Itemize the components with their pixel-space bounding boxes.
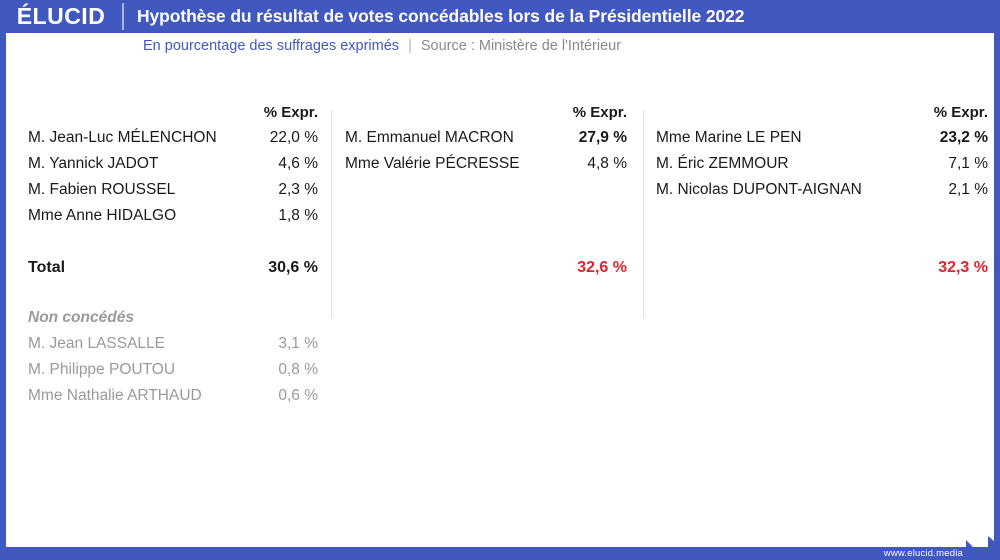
candidate-name: Mme Nathalie ARTHAUD bbox=[28, 387, 202, 404]
total-row: Total 32,6 % bbox=[345, 259, 627, 285]
results-table: % Expr. M. Jean-Luc MÉLENCHON 22,0 % M. … bbox=[6, 104, 994, 414]
table-row: M. Fabien ROUSSEL 2,3 % bbox=[28, 181, 318, 207]
candidate-value: 2,3 % bbox=[278, 181, 318, 198]
candidate-name: Mme Marine LE PEN bbox=[656, 129, 802, 146]
footer-url: www.elucid.media bbox=[883, 548, 963, 559]
column-header-row: % Expr. bbox=[28, 104, 318, 129]
candidate-value: 1,8 % bbox=[278, 207, 318, 224]
table-row: Mme Anne HIDALGO 1,8 % bbox=[28, 207, 318, 233]
table-row: Mme Marine LE PEN 23,2 % bbox=[656, 129, 988, 155]
total-row: Total 30,6 % bbox=[28, 259, 318, 285]
candidate-name: M. Éric ZEMMOUR bbox=[656, 155, 789, 172]
total-value: 32,6 % bbox=[577, 259, 627, 276]
total-value: 30,6 % bbox=[268, 259, 318, 276]
candidate-value: 27,9 % bbox=[578, 129, 627, 146]
results-column-left: % Expr. M. Jean-Luc MÉLENCHON 22,0 % M. … bbox=[28, 104, 318, 413]
total-label: Total bbox=[28, 259, 66, 276]
spacer-row bbox=[345, 181, 627, 207]
non-concedes-section: Non concédés M. Jean LASSALLE 3,1 % M. P… bbox=[28, 309, 318, 413]
results-column-center: % Expr. M. Emmanuel MACRON 27,9 % Mme Va… bbox=[345, 104, 627, 285]
subtitle-separator: | bbox=[408, 38, 412, 54]
table-row: Mme Valérie PÉCRESSE 4,8 % bbox=[345, 155, 627, 181]
candidate-name: M. Yannick JADOT bbox=[28, 155, 159, 172]
spacer-row bbox=[656, 207, 988, 233]
page-title: Hypothèse du résultat de votes concédabl… bbox=[137, 6, 745, 26]
candidate-name: M. Nicolas DUPONT-AIGNAN bbox=[656, 181, 862, 198]
column-header-label: % Expr. bbox=[263, 104, 318, 121]
candidate-name: Mme Anne HIDALGO bbox=[28, 207, 177, 224]
elucid-logo: ÉLUCID bbox=[16, 2, 106, 29]
header-bar: ÉLUCID Hypothèse du résultat de votes co… bbox=[6, 0, 994, 33]
column-header-label: % Expr. bbox=[933, 104, 988, 121]
table-row: M. Nicolas DUPONT-AIGNAN 2,1 % bbox=[656, 181, 988, 207]
footer-bar bbox=[6, 547, 994, 560]
candidate-name: Mme Valérie PÉCRESSE bbox=[345, 155, 520, 172]
subtitle: En pourcentage des suffrages exprimés | … bbox=[143, 38, 621, 54]
column-divider-1 bbox=[331, 111, 332, 317]
candidate-value: 3,1 % bbox=[278, 335, 318, 352]
subtitle-source: Source : Ministère de l'Intérieur bbox=[420, 38, 622, 54]
table-row: M. Éric ZEMMOUR 7,1 % bbox=[656, 155, 988, 181]
candidate-value: 4,8 % bbox=[587, 155, 627, 172]
logo-divider bbox=[122, 3, 124, 30]
table-row: M. Yannick JADOT 4,6 % bbox=[28, 155, 318, 181]
elucid-arrow-icon bbox=[966, 536, 994, 560]
candidate-value: 0,8 % bbox=[278, 361, 318, 378]
infographic-page: ÉLUCID Hypothèse du résultat de votes co… bbox=[0, 0, 1000, 560]
non-concedes-title: Non concédés bbox=[28, 309, 134, 326]
candidate-name: M. Jean-Luc MÉLENCHON bbox=[28, 129, 217, 146]
candidate-value: 0,6 % bbox=[278, 387, 318, 404]
list-item: M. Jean LASSALLE 3,1 % bbox=[28, 335, 318, 361]
column-header-label: % Expr. bbox=[572, 104, 627, 121]
subtitle-unit: En pourcentage des suffrages exprimés bbox=[143, 38, 400, 54]
candidate-value: 22,0 % bbox=[269, 129, 318, 146]
results-column-right: % Expr. Mme Marine LE PEN 23,2 % M. Éric… bbox=[656, 104, 988, 285]
candidate-value: 23,2 % bbox=[939, 129, 988, 146]
candidate-value: 4,6 % bbox=[278, 155, 318, 172]
candidate-name: M. Jean LASSALLE bbox=[28, 335, 165, 352]
total-row: Total 32,3 % bbox=[656, 259, 988, 285]
candidate-name: M. Emmanuel MACRON bbox=[345, 129, 514, 146]
candidate-value: 7,1 % bbox=[948, 155, 988, 172]
candidate-value: 2,1 % bbox=[948, 181, 988, 198]
list-item: Mme Nathalie ARTHAUD 0,6 % bbox=[28, 387, 318, 413]
table-row: M. Jean-Luc MÉLENCHON 22,0 % bbox=[28, 129, 318, 155]
spacer-row bbox=[345, 207, 627, 233]
column-divider-2 bbox=[643, 111, 644, 317]
total-value: 32,3 % bbox=[938, 259, 988, 276]
column-header-row: % Expr. bbox=[345, 104, 627, 129]
candidate-name: M. Philippe POUTOU bbox=[28, 361, 176, 378]
column-header-row: % Expr. bbox=[656, 104, 988, 129]
list-item: M. Philippe POUTOU 0,8 % bbox=[28, 361, 318, 387]
table-row: M. Emmanuel MACRON 27,9 % bbox=[345, 129, 627, 155]
candidate-name: M. Fabien ROUSSEL bbox=[28, 181, 176, 198]
